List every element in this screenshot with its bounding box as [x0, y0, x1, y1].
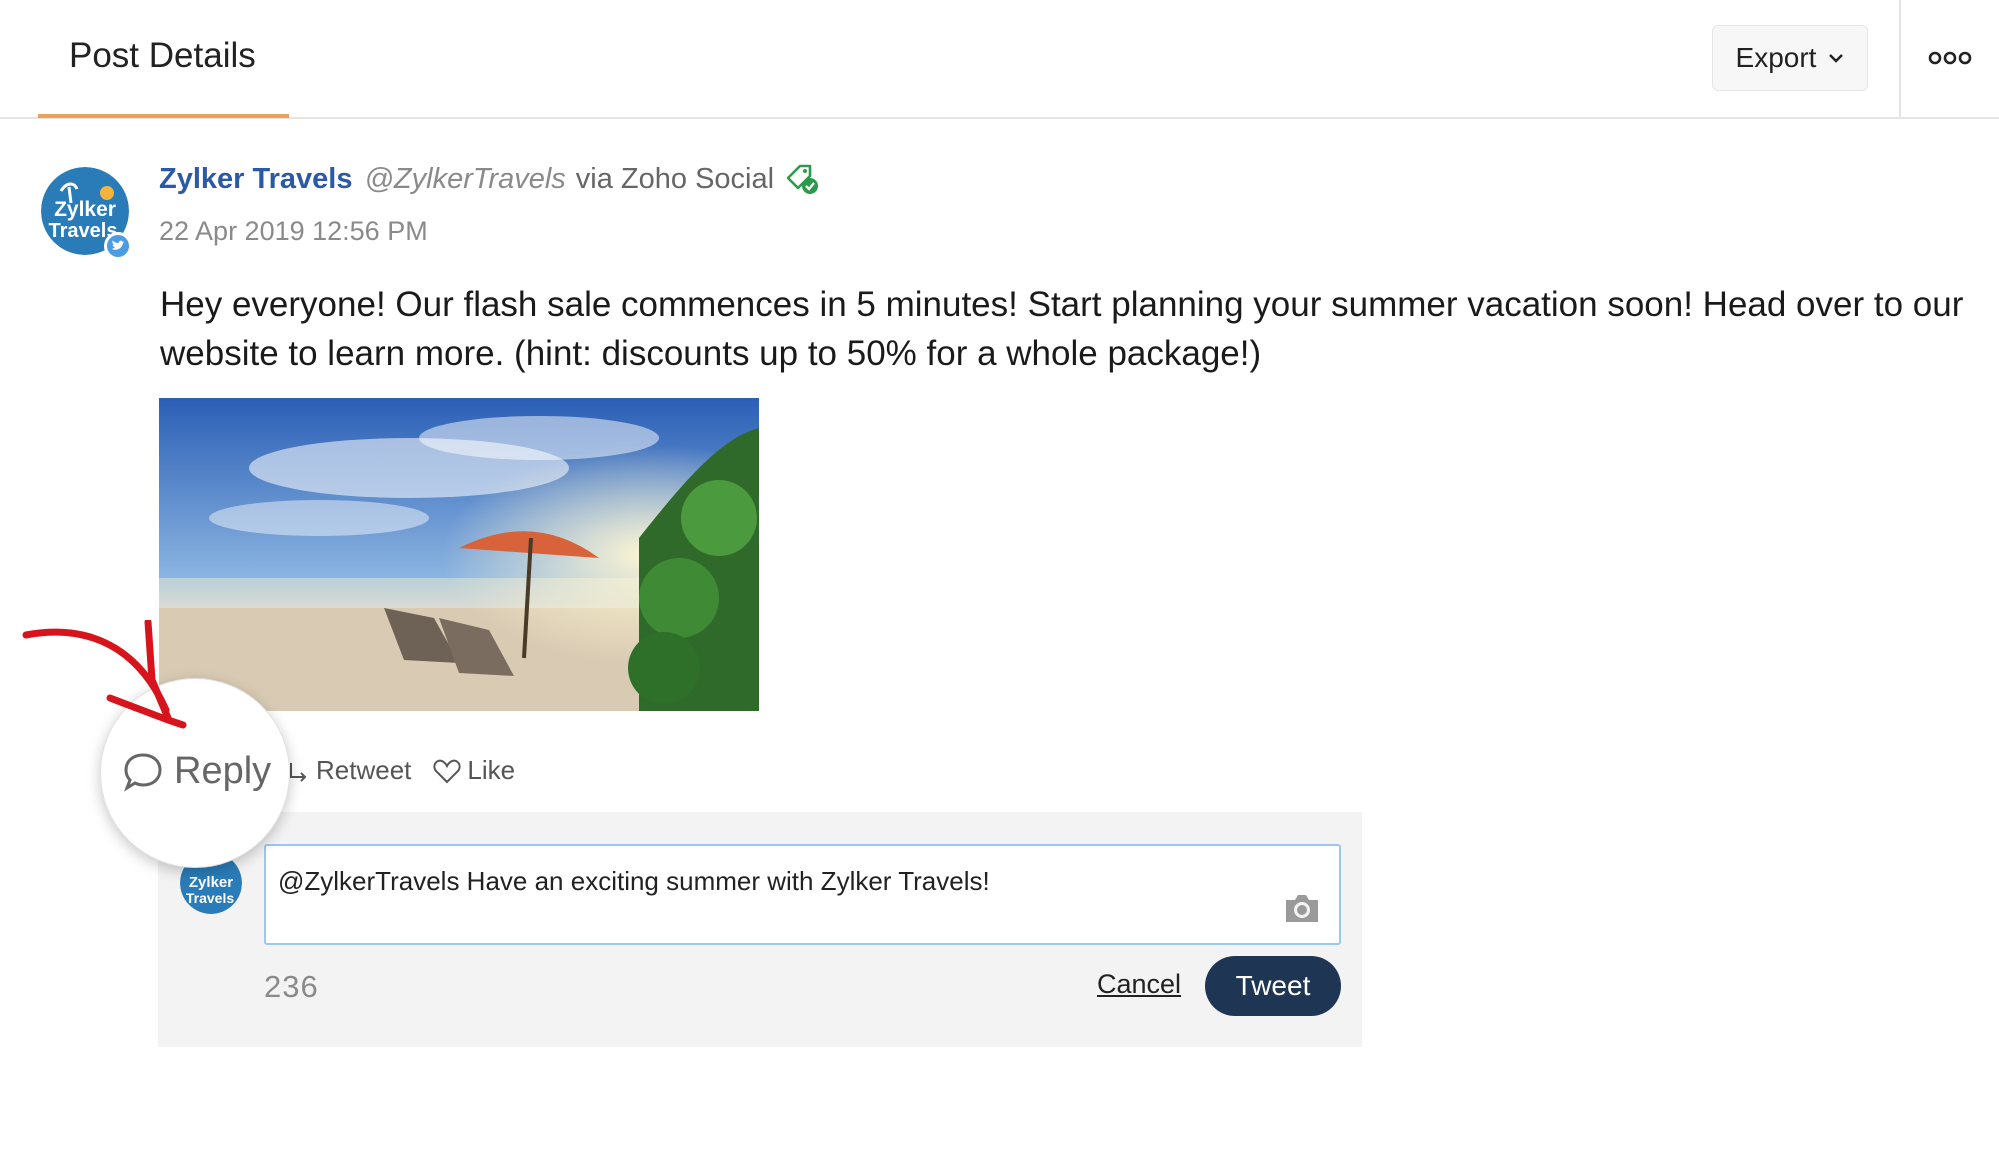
- tab-post-details[interactable]: Post Details: [69, 36, 256, 76]
- chevron-down-icon: [1829, 54, 1844, 63]
- more-options-button[interactable]: [1928, 40, 1972, 76]
- reply-text-input[interactable]: @ZylkerTravels Have an exciting summer w…: [264, 844, 1341, 945]
- post-body-text: Hey everyone! Our flash sale commences i…: [160, 285, 1964, 373]
- twitter-badge-icon: [104, 232, 132, 260]
- heart-icon: [433, 759, 461, 783]
- cancel-button[interactable]: Cancel: [1097, 969, 1181, 1000]
- avatar-logo-line1: Zylker: [54, 198, 116, 221]
- post-timestamp: 22 Apr 2019 12:56 PM: [159, 216, 428, 246]
- reply-button[interactable]: Reply: [122, 750, 271, 793]
- more-dots-icon: [1928, 51, 1972, 65]
- export-dropdown-button[interactable]: Export: [1712, 25, 1868, 91]
- active-tab-indicator: [38, 114, 289, 118]
- post-actions-bar: Retweet Like: [286, 755, 515, 786]
- reply-label: Reply: [174, 750, 272, 792]
- reply-avatar-logo-line2: Travels: [186, 890, 234, 906]
- like-label: Like: [467, 755, 516, 785]
- header-divider: [1899, 0, 1901, 119]
- tweet-button[interactable]: Tweet: [1205, 956, 1341, 1016]
- via-source: via Zoho Social: [575, 162, 775, 195]
- retweet-label: Retweet: [316, 755, 412, 785]
- character-counter: 236: [264, 969, 319, 1004]
- author-handle[interactable]: @ZylkerTravels: [364, 163, 565, 196]
- speech-bubble-icon: [124, 752, 162, 792]
- page-header: Post Details Export: [0, 0, 1999, 119]
- annotation-arrow: [22, 620, 187, 729]
- author-line: Zylker Travels @ZylkerTravels via Zoho S…: [159, 162, 820, 196]
- post-image[interactable]: [159, 398, 759, 711]
- camera-icon[interactable]: [1284, 892, 1320, 924]
- export-label: Export: [1735, 42, 1817, 73]
- like-button[interactable]: Like: [433, 755, 515, 786]
- author-name-link[interactable]: Zylker Travels: [159, 163, 352, 196]
- published-tag-icon: [784, 162, 820, 196]
- reply-avatar-logo-line1: Zylker: [189, 874, 233, 891]
- retweet-button[interactable]: Retweet: [286, 755, 411, 786]
